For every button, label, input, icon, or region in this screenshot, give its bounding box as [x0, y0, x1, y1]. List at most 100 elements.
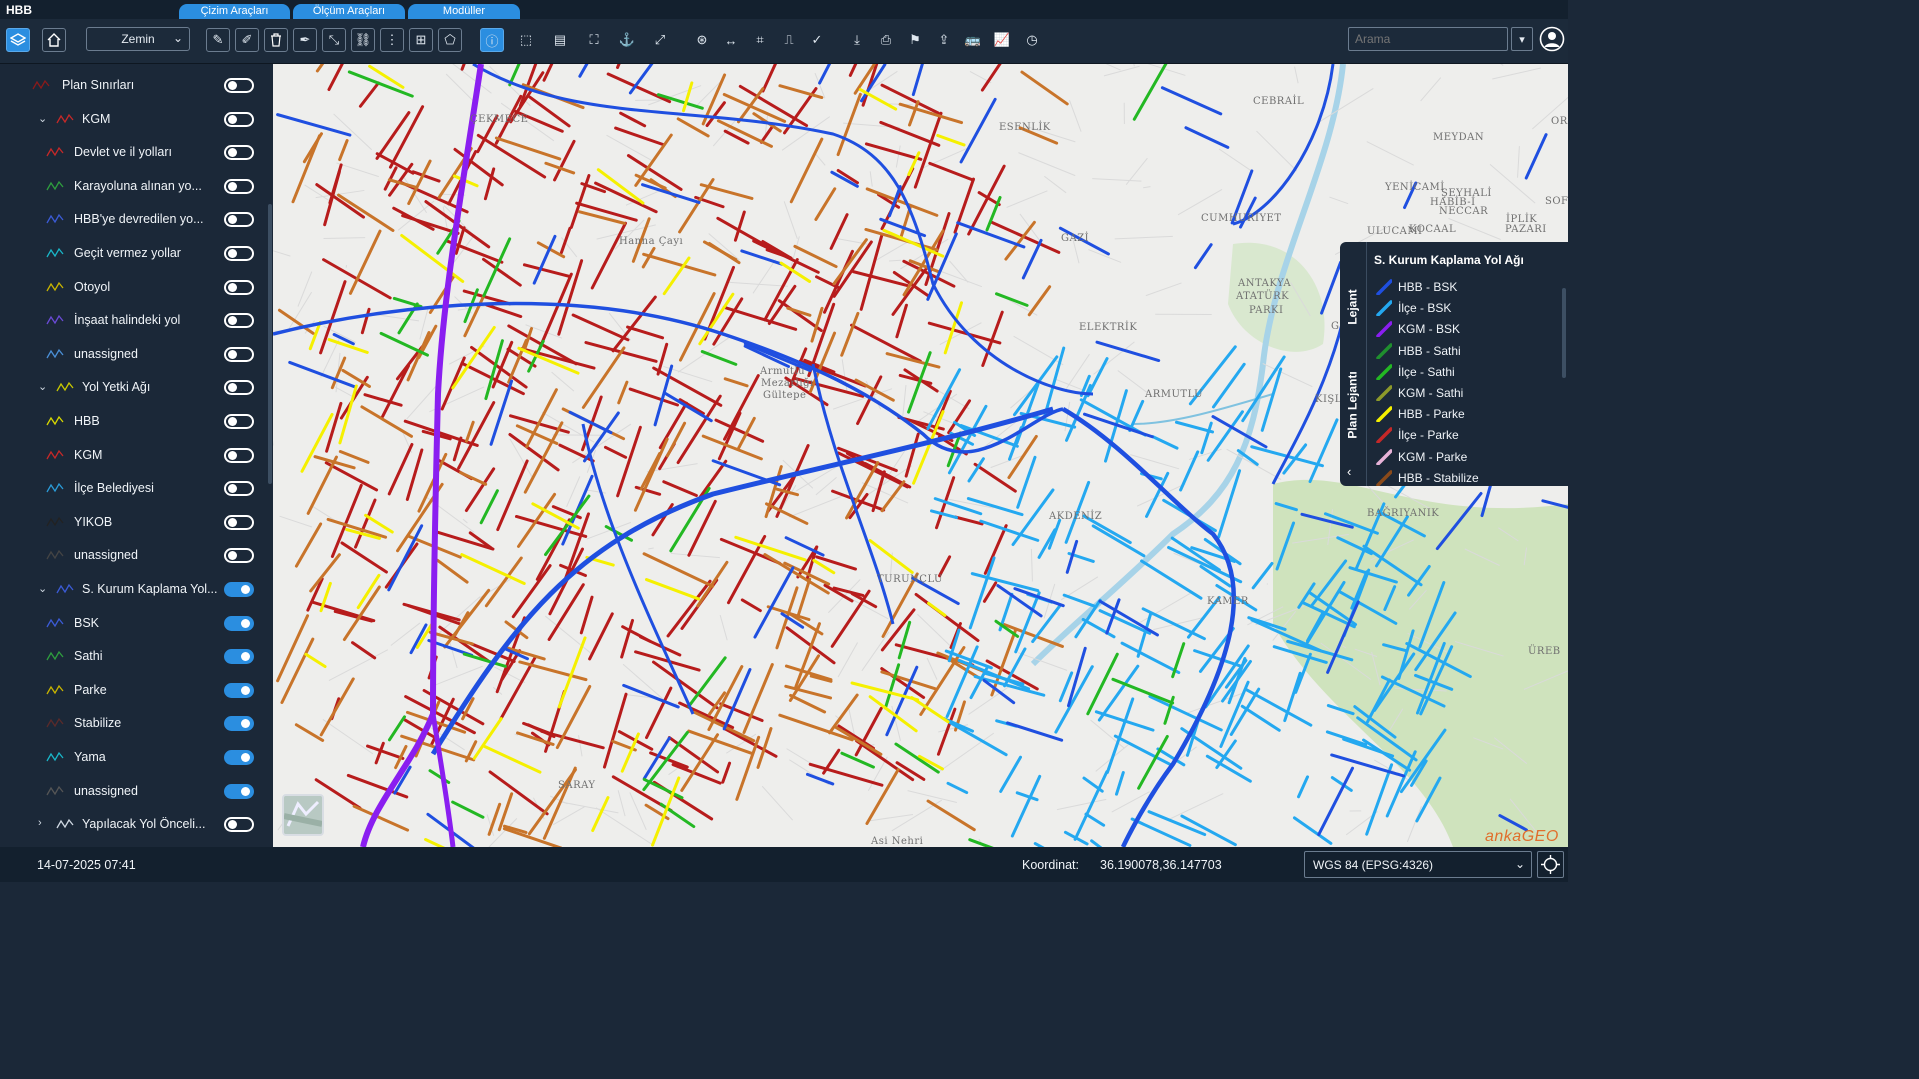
- layer-visibility-toggle[interactable]: [224, 615, 254, 631]
- legend-scrollbar[interactable]: [1562, 288, 1566, 378]
- xy-icon[interactable]: ⊛: [690, 28, 714, 52]
- print-icon[interactable]: ⎙: [874, 28, 898, 52]
- layer-row[interactable]: ⌄ KGM: [0, 104, 268, 134]
- draw-line-icon[interactable]: ✎: [206, 28, 230, 52]
- tab-lejant[interactable]: Lejant: [1340, 262, 1366, 352]
- chevron-down-icon[interactable]: ⌄: [38, 112, 47, 125]
- layer-visibility-toggle[interactable]: [224, 649, 254, 665]
- measure-icon[interactable]: ⤡: [322, 28, 346, 52]
- layer-visibility-toggle[interactable]: [224, 548, 254, 564]
- road-segment: [611, 295, 657, 353]
- layer-row[interactable]: HBB: [0, 406, 268, 436]
- draw-edit-icon[interactable]: ✐: [235, 28, 259, 52]
- split-icon[interactable]: ⋮: [380, 28, 404, 52]
- bus-icon[interactable]: 🚌: [961, 28, 985, 52]
- table-icon[interactable]: ▤: [548, 28, 572, 52]
- layers-icon[interactable]: [6, 28, 30, 52]
- distance-icon[interactable]: ↔: [719, 28, 743, 52]
- tab-moduller[interactable]: Modüller: [408, 4, 520, 19]
- add-layer-icon[interactable]: ⊞: [409, 28, 433, 52]
- check-icon[interactable]: ✓: [805, 28, 829, 52]
- chevron-right-icon[interactable]: ›: [38, 817, 42, 829]
- extent-icon[interactable]: ⤢: [648, 28, 672, 52]
- layer-visibility-toggle[interactable]: [224, 817, 254, 833]
- layer-row[interactable]: › Yapılacak Yol Önceli...: [0, 809, 268, 839]
- anchor-icon[interactable]: ⚓: [615, 28, 639, 52]
- layer-row[interactable]: Geçit vermez yollar: [0, 238, 268, 268]
- layer-row[interactable]: unassigned: [0, 776, 268, 806]
- layer-visibility-toggle[interactable]: [224, 313, 254, 329]
- layer-visibility-toggle[interactable]: [224, 178, 254, 194]
- draw-polygon-icon[interactable]: ✒: [293, 28, 317, 52]
- select-icon[interactable]: ⬚: [514, 28, 538, 52]
- search-input[interactable]: [1348, 27, 1508, 51]
- layer-visibility-toggle[interactable]: [224, 246, 254, 261]
- layer-visibility-toggle[interactable]: [224, 145, 254, 161]
- delete-icon[interactable]: [264, 28, 288, 52]
- user-icon[interactable]: [1539, 26, 1565, 52]
- flag-icon[interactable]: ⚑: [903, 28, 927, 52]
- chevron-down-icon[interactable]: ⌄: [38, 380, 47, 393]
- crs-select[interactable]: WGS 84 (EPSG:4326) ⌄: [1304, 851, 1532, 878]
- layer-visibility-toggle[interactable]: [224, 716, 254, 732]
- tab-olcum-araclari[interactable]: Ölçüm Araçları: [293, 4, 405, 19]
- layer-row[interactable]: unassigned: [0, 540, 268, 570]
- basemap-select[interactable]: Zemin ⌄: [86, 27, 190, 51]
- layer-visibility-toggle[interactable]: [224, 111, 254, 127]
- shape-icon[interactable]: ⬠: [438, 28, 462, 52]
- layer-visibility-toggle[interactable]: [224, 346, 254, 362]
- layer-row[interactable]: Otoyol: [0, 272, 268, 302]
- layer-visibility-toggle[interactable]: [224, 481, 254, 497]
- layer-visibility-toggle[interactable]: [224, 682, 254, 698]
- basemap-switcher-thumbnail[interactable]: [282, 794, 324, 836]
- info-icon[interactable]: ⓘ: [480, 28, 504, 52]
- layer-row[interactable]: YIKOB: [0, 507, 268, 537]
- layer-row[interactable]: BSK: [0, 608, 268, 638]
- layer-visibility-toggle[interactable]: [224, 582, 254, 597]
- layer-row[interactable]: Karayoluna alınan yo...: [0, 171, 268, 201]
- layer-row[interactable]: ⌄ Yol Yetki Ağı: [0, 372, 268, 402]
- road-segment: [665, 421, 687, 458]
- share-icon[interactable]: ⇪: [932, 28, 956, 52]
- tab-plan-lejanti[interactable]: Plan Lejantı: [1340, 360, 1366, 450]
- fullscreen-icon[interactable]: ⛶: [582, 28, 606, 52]
- layer-row[interactable]: Parke: [0, 675, 268, 705]
- layer-row[interactable]: HBB'ye devredilen yo...: [0, 204, 268, 234]
- layer-row[interactable]: KGM: [0, 440, 268, 470]
- toggle-knob: [228, 484, 237, 494]
- chevron-down-icon[interactable]: ⌄: [38, 582, 47, 595]
- chart-icon[interactable]: 📈: [990, 28, 1014, 52]
- layer-row[interactable]: Devlet ve il yolları: [0, 137, 268, 167]
- layer-row[interactable]: Plan Sınırları: [0, 70, 268, 100]
- crop-icon[interactable]: ⌗: [748, 28, 772, 52]
- road-segment: [1062, 593, 1097, 608]
- layer-row[interactable]: İnşaat halindeki yol: [0, 305, 268, 335]
- layer-row[interactable]: Sathi: [0, 641, 268, 671]
- layer-visibility-toggle[interactable]: [224, 514, 254, 530]
- download-icon[interactable]: ⤓: [845, 28, 869, 52]
- layer-visibility-toggle[interactable]: [224, 783, 254, 799]
- sidebar-scrollbar[interactable]: [268, 204, 272, 484]
- home-icon[interactable]: [42, 28, 66, 52]
- layer-row[interactable]: Stabilize: [0, 708, 268, 738]
- layer-visibility-toggle[interactable]: [224, 212, 254, 228]
- collapse-chevron-icon[interactable]: ‹: [1347, 464, 1351, 479]
- layer-visibility-toggle[interactable]: [224, 380, 254, 396]
- tab-cizim-araclari[interactable]: Çizim Araçları: [179, 4, 290, 19]
- layer-visibility-toggle[interactable]: [224, 447, 254, 463]
- layer-row[interactable]: ⌄ S. Kurum Kaplama Yol...: [0, 574, 268, 604]
- layer-visibility-toggle[interactable]: [224, 414, 254, 429]
- locate-icon[interactable]: [1537, 851, 1564, 878]
- layer-row[interactable]: Yama: [0, 742, 268, 772]
- stamp-icon[interactable]: ⎍: [777, 28, 801, 52]
- layer-row[interactable]: unassigned: [0, 339, 268, 369]
- search-dropdown-button[interactable]: ▾: [1511, 27, 1533, 51]
- link-icon[interactable]: ⛓: [351, 28, 375, 52]
- layer-visibility-toggle[interactable]: [224, 78, 254, 93]
- layer-visibility-toggle[interactable]: [224, 279, 254, 295]
- layer-visibility-toggle[interactable]: [224, 750, 254, 765]
- basemap-select-value: Zemin: [121, 32, 155, 46]
- layer-row[interactable]: İlçe Belediyesi: [0, 473, 268, 503]
- history-icon[interactable]: ◷: [1020, 28, 1044, 52]
- toolbar: Zemin ⌄ ✎ ✐ ✒ ⤡ ⛓ ⋮ ⊞ ⬠ ⓘ ⬚ ▤ ⛶ ⚓ ⤢ ⊛ ↔ …: [0, 19, 1568, 64]
